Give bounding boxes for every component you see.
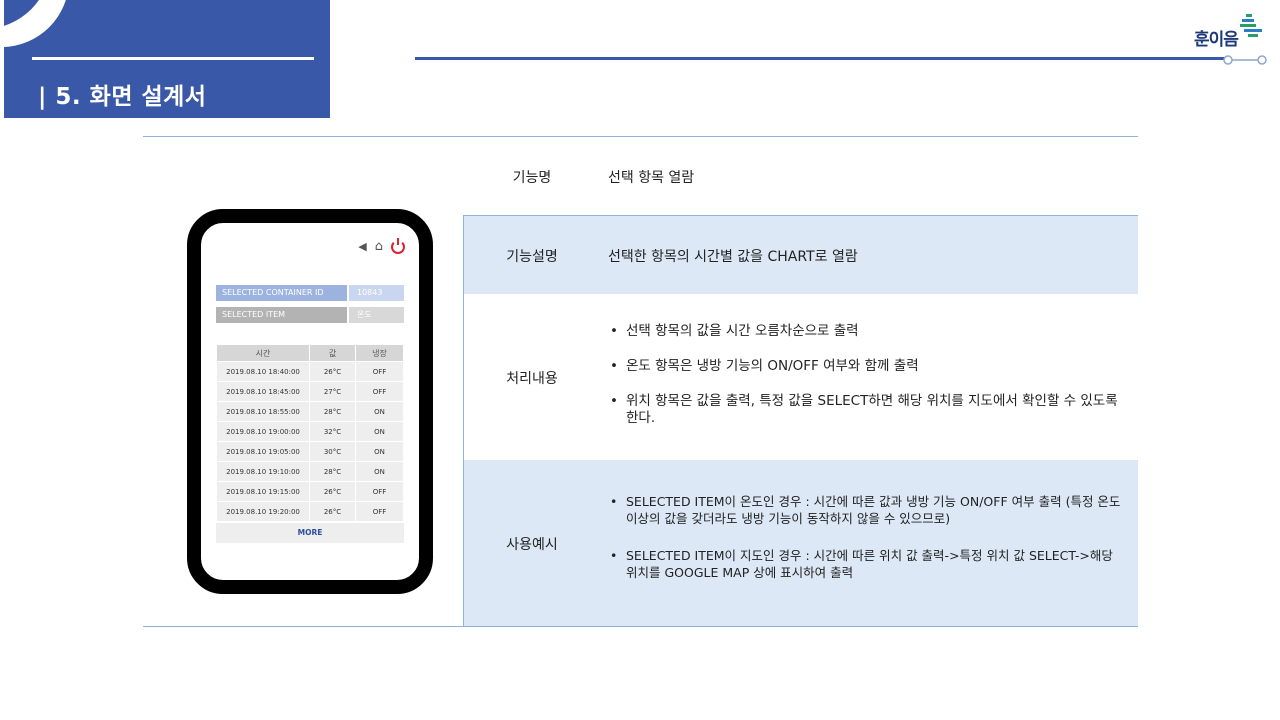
cell-cooling: OFF xyxy=(355,361,404,382)
cell-time: 2019.08.10 19:05:00 xyxy=(216,441,310,462)
table-row[interactable]: 2019.08.10 18:55:00 28°C ON xyxy=(216,401,404,422)
table-row[interactable]: 2019.08.10 19:00:00 32°C ON xyxy=(216,421,404,442)
table-bottom-rule xyxy=(143,626,1138,627)
label-processing: 처리내용 xyxy=(506,371,558,387)
selected-container-row: SELECTED CONTAINER ID 10843 xyxy=(216,285,404,301)
cell-time: 2019.08.10 19:00:00 xyxy=(216,421,310,442)
value-description: 선택한 항목의 시간별 값을 CHART로 열람 xyxy=(608,249,858,265)
processing-item: 선택 항목의 값을 시간 오름차순으로 출력 xyxy=(608,323,1128,340)
label-example: 사용예시 xyxy=(506,537,558,553)
top-rule xyxy=(415,57,1225,60)
connector-icon xyxy=(1223,55,1267,65)
cell-cooling: ON xyxy=(355,441,404,462)
cell-value: 28°C xyxy=(309,461,356,482)
table-row[interactable]: 2019.08.10 18:45:00 27°C OFF xyxy=(216,381,404,402)
brand-logo: 훈이음 xyxy=(1194,14,1264,50)
cell-cooling: ON xyxy=(355,421,404,442)
cell-cooling: OFF xyxy=(355,381,404,402)
home-icon[interactable]: ⌂ xyxy=(375,239,383,255)
phone-mockup: ◀ ⌂ SELECTED CONTAINER ID 10843 SELECTED… xyxy=(187,209,433,594)
history-table: 시간 값 냉장 2019.08.10 18:40:00 26°C OFF 2019.… xyxy=(216,344,404,522)
cell-value: 26°C xyxy=(309,501,356,522)
table-row[interactable]: 2019.08.10 18:40:00 26°C OFF xyxy=(216,361,404,382)
cell-time: 2019.08.10 19:10:00 xyxy=(216,461,310,482)
col-value: 값 xyxy=(309,344,356,362)
cell-time: 2019.08.10 18:45:00 xyxy=(216,381,310,402)
cell-time: 2019.08.10 18:55:00 xyxy=(216,401,310,422)
cell-value: 26°C xyxy=(309,481,356,502)
value-function-name: 선택 항목 열람 xyxy=(608,170,695,186)
cell-cooling: OFF xyxy=(355,481,404,502)
example-list: SELECTED ITEM이 온도인 경우 : 시간에 따른 값과 냉방 기능 … xyxy=(608,493,1128,601)
cell-value: 30°C xyxy=(309,441,356,462)
col-time: 시간 xyxy=(216,344,310,362)
cell-cooling: ON xyxy=(355,461,404,482)
more-button[interactable]: MORE xyxy=(216,523,404,543)
table-row[interactable]: 2019.08.10 19:15:00 26°C OFF xyxy=(216,481,404,502)
cell-time: 2019.08.10 19:15:00 xyxy=(216,481,310,502)
selected-item-row: SELECTED ITEM 온도 xyxy=(216,307,404,323)
cell-value: 32°C xyxy=(309,421,356,442)
container-value: 10843 xyxy=(349,285,404,301)
cell-value: 28°C xyxy=(309,401,356,422)
label-description: 기능설명 xyxy=(506,249,558,265)
header-underline xyxy=(32,57,314,60)
logo-text: 훈이음 xyxy=(1194,30,1239,50)
example-item: SELECTED ITEM이 지도인 경우 : 시간에 따른 위치 값 출력->… xyxy=(608,547,1128,581)
example-item: SELECTED ITEM이 온도인 경우 : 시간에 따른 값과 냉방 기능 … xyxy=(608,493,1128,527)
table-row[interactable]: 2019.08.10 19:05:00 30°C ON xyxy=(216,441,404,462)
cell-value: 26°C xyxy=(309,361,356,382)
cell-value: 27°C xyxy=(309,381,356,402)
table-top-rule xyxy=(143,136,1138,137)
section-title: | 5. 화면 설계서 xyxy=(38,84,207,110)
table-row[interactable]: 2019.08.10 19:10:00 28°C ON xyxy=(216,461,404,482)
col-cooling: 냉장 xyxy=(355,344,404,362)
logo-mark-icon xyxy=(1240,14,1262,37)
cell-cooling: ON xyxy=(355,401,404,422)
processing-item: 온도 항목은 냉방 기능의 ON/OFF 여부와 함께 출력 xyxy=(608,358,1128,375)
cell-time: 2019.08.10 18:40:00 xyxy=(216,361,310,382)
container-label: SELECTED CONTAINER ID xyxy=(216,285,347,301)
label-function-name: 기능명 xyxy=(512,170,552,186)
power-icon[interactable] xyxy=(391,238,405,254)
processing-list: 선택 항목의 값을 시간 오름차순으로 출력 온도 항목은 냉방 기능의 ON/… xyxy=(608,323,1128,445)
table-header: 시간 값 냉장 xyxy=(216,344,404,362)
section-header: | 5. 화면 설계서 xyxy=(4,0,330,118)
item-label: SELECTED ITEM xyxy=(216,307,347,323)
processing-item: 위치 항목은 값을 출력, 특정 값을 SELECT하면 해당 위치를 지도에서… xyxy=(608,393,1128,427)
phone-toolbar: ◀ ⌂ xyxy=(358,238,405,255)
back-icon[interactable]: ◀ xyxy=(358,239,366,255)
cell-time: 2019.08.10 19:20:00 xyxy=(216,501,310,522)
item-value[interactable]: 온도 xyxy=(349,307,404,323)
cell-cooling: OFF xyxy=(355,501,404,522)
table-row[interactable]: 2019.08.10 19:20:00 26°C OFF xyxy=(216,501,404,522)
